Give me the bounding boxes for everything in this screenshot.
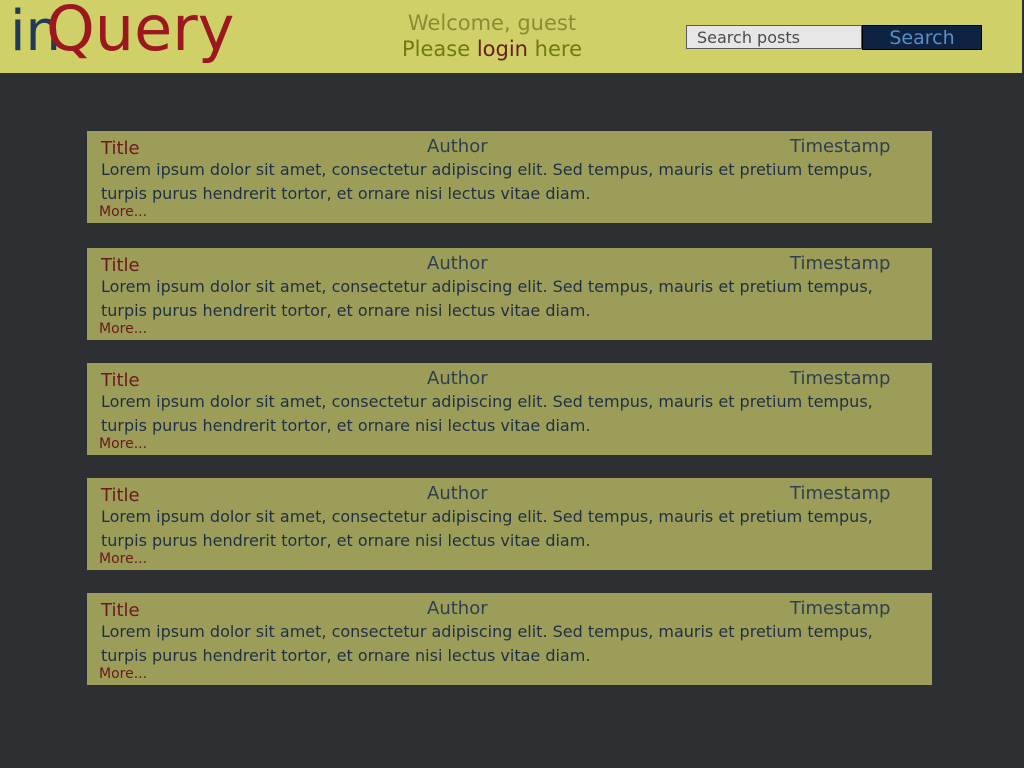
post-more-link[interactable]: More... [99,666,147,682]
post-card: Title Author Timestamp Lorem ipsum dolor… [87,478,932,570]
post-author: Author [427,598,488,619]
post-title[interactable]: Title [101,255,140,276]
post-author: Author [427,253,488,274]
post-excerpt: Lorem ipsum dolor sit amet, consectetur … [101,277,873,320]
post-card: Title Author Timestamp Lorem ipsum dolor… [87,363,932,455]
post-timestamp: Timestamp [790,136,891,157]
welcome-message: Welcome, guest [407,11,577,35]
post-timestamp: Timestamp [790,368,891,389]
post-timestamp: Timestamp [790,253,891,274]
post-author: Author [427,483,488,504]
search-button[interactable]: Search [862,25,982,50]
login-prompt: Please login here [360,36,624,62]
post-author: Author [427,368,488,389]
post-excerpt: Lorem ipsum dolor sit amet, consectetur … [101,507,873,550]
post-excerpt: Lorem ipsum dolor sit amet, consectetur … [101,392,873,435]
post-author: Author [427,136,488,157]
post-more-link[interactable]: More... [99,551,147,567]
post-title[interactable]: Title [101,370,140,391]
post-title[interactable]: Title [101,485,140,506]
login-link[interactable]: login [477,37,528,61]
post-title[interactable]: Title [101,138,140,159]
post-card: Title Author Timestamp Lorem ipsum dolor… [87,131,932,223]
post-more-link[interactable]: More... [99,436,147,452]
post-excerpt: Lorem ipsum dolor sit amet, consectetur … [101,622,873,665]
post-timestamp: Timestamp [790,598,891,619]
post-more-link[interactable]: More... [99,321,147,337]
post-card: Title Author Timestamp Lorem ipsum dolor… [87,248,932,340]
post-timestamp: Timestamp [790,483,891,504]
search-input[interactable] [686,25,862,49]
site-header: in Query Welcome, guest Please login her… [0,0,1022,73]
login-suffix: here [528,37,582,61]
welcome-panel: Welcome, guest Please login here [360,10,624,62]
logo-query-text: Query [46,0,235,65]
post-more-link[interactable]: More... [99,204,147,220]
post-card: Title Author Timestamp Lorem ipsum dolor… [87,593,932,685]
post-title[interactable]: Title [101,600,140,621]
login-prefix: Please [402,37,477,61]
post-excerpt: Lorem ipsum dolor sit amet, consectetur … [101,160,873,203]
